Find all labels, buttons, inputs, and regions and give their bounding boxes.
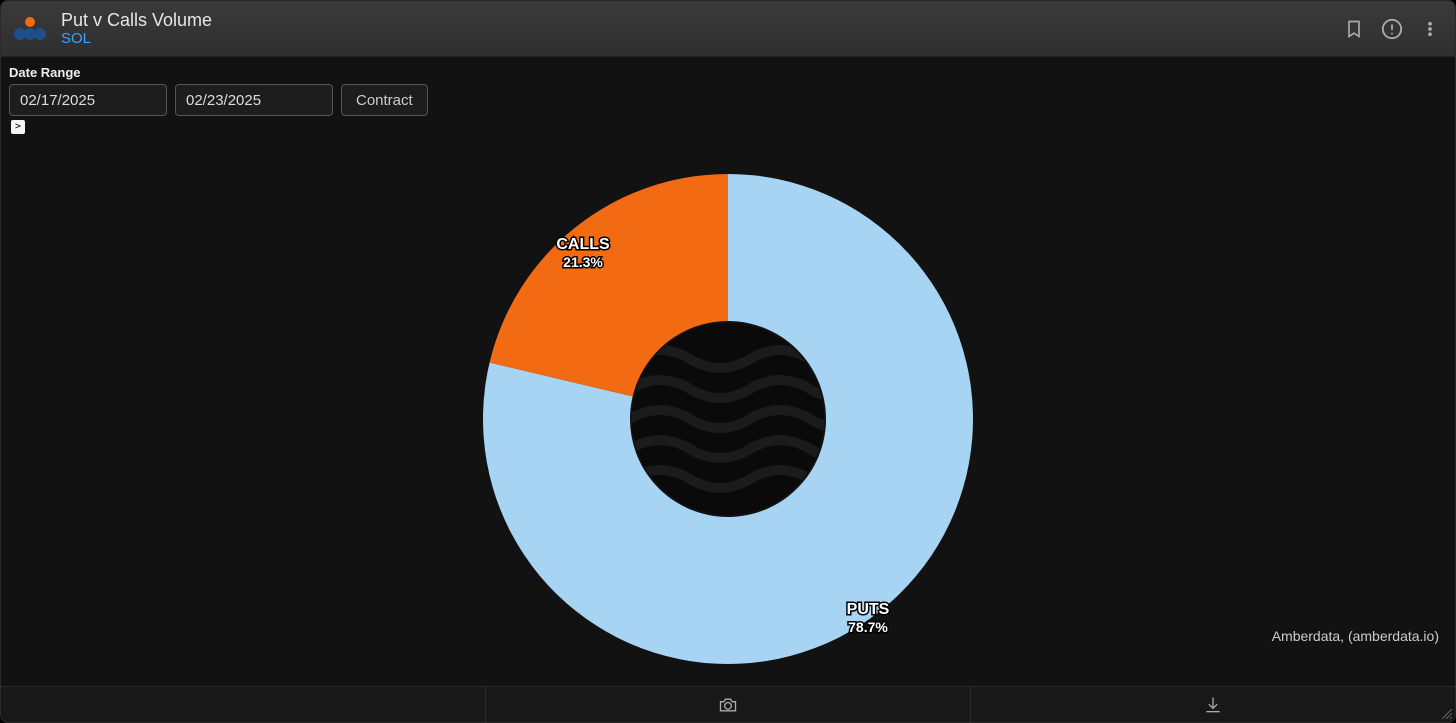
title-block: Put v Calls Volume SOL <box>61 10 212 48</box>
svg-text:CALLS: CALLS <box>556 236 610 253</box>
brand-logo <box>9 8 51 50</box>
page-title: Put v Calls Volume <box>61 10 212 31</box>
resize-handle-icon[interactable] <box>1442 709 1452 719</box>
date-start-input[interactable] <box>9 84 167 116</box>
alert-circle-icon[interactable] <box>1381 18 1403 40</box>
header-actions <box>1343 18 1441 40</box>
controls-panel: Date Range Contract > <box>1 57 1455 136</box>
date-range-label: Date Range <box>9 65 1447 80</box>
donut-chart: PUTS78.7% CALLS21.3% <box>448 139 1008 699</box>
download-button[interactable] <box>971 687 1455 722</box>
more-vertical-icon[interactable] <box>1419 18 1441 40</box>
page-subtitle: SOL <box>61 30 212 47</box>
date-end-input[interactable] <box>175 84 333 116</box>
download-icon <box>1202 695 1224 715</box>
header-bar: Put v Calls Volume SOL <box>1 1 1455 57</box>
chart-area: PUTS78.7% CALLS21.3% Amberdata, (amberdat… <box>1 136 1455 686</box>
svg-text:PUTS: PUTS <box>847 601 890 618</box>
app-window: Put v Calls Volume SOL <box>0 0 1456 723</box>
bookmark-icon[interactable] <box>1343 18 1365 40</box>
svg-text:21.3%: 21.3% <box>563 254 603 270</box>
footer-cell-left[interactable] <box>1 687 486 722</box>
attribution-text: Amberdata, (amberdata.io) <box>1272 628 1439 644</box>
svg-text:78.7%: 78.7% <box>848 619 888 635</box>
expand-toggle[interactable]: > <box>11 120 25 134</box>
contract-button[interactable]: Contract <box>341 84 428 116</box>
